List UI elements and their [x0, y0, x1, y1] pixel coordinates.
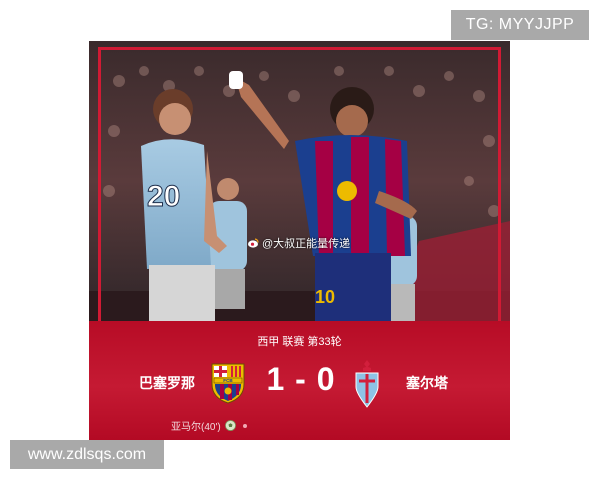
celta-crest-icon — [355, 360, 379, 408]
home-team-name: 巴塞罗那 — [139, 375, 195, 391]
match-photo: 20 10 — [89, 41, 510, 321]
goal-scorer-text: 亚马尔(40') — [171, 422, 221, 433]
weibo-credit: @大叔正能量传递 — [247, 235, 350, 251]
league-round: 西甲 联赛 第33轮 — [257, 336, 342, 348]
away-score: 0 — [316, 361, 336, 397]
telegram-watermark: TG: MYYJJPP — [451, 10, 589, 40]
home-score: 1 — [266, 361, 286, 397]
barcelona-crest-icon: FCB — [211, 363, 245, 404]
website-watermark: www.zdlsqs.com — [10, 440, 164, 469]
soccer-ball-icon — [224, 420, 236, 431]
separator-dot — [242, 423, 247, 428]
weibo-credit-text: @大叔正能量传递 — [262, 238, 351, 250]
score-separator: - — [295, 361, 307, 397]
away-team-name: 塞尔塔 — [406, 375, 448, 391]
svg-text:FCB: FCB — [223, 378, 233, 383]
goal-scorer: 亚马尔(40') — [171, 418, 247, 433]
match-card: 20 10 @大叔正能量传递 西甲 联赛 第33轮 巴塞罗那 FCB 1 - 0… — [89, 41, 510, 440]
score-panel: 西甲 联赛 第33轮 巴塞罗那 FCB 1 - 0 塞尔塔 亚马尔(40') — [89, 321, 510, 440]
final-score: 1 - 0 — [257, 361, 345, 398]
weibo-icon — [248, 238, 259, 248]
svg-text:10: 10 — [315, 287, 335, 307]
svg-text:20: 20 — [147, 180, 180, 213]
